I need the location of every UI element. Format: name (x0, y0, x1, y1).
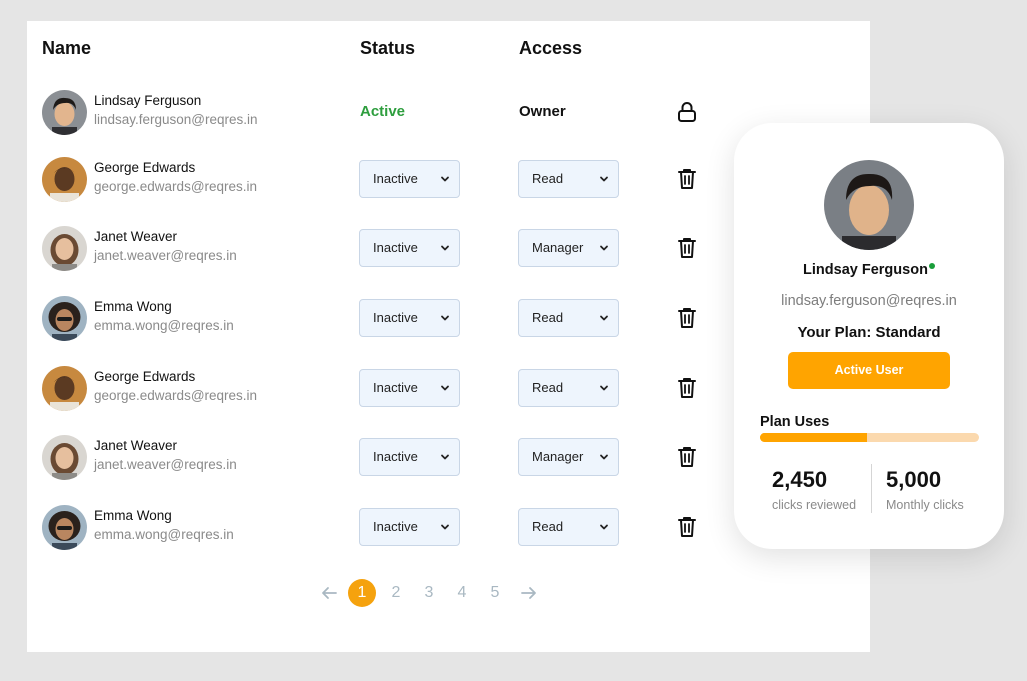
chevron-down-icon (440, 313, 450, 323)
plan-uses-bar-fill (760, 433, 868, 442)
status-select[interactable]: Inactive (359, 369, 460, 407)
trash-icon[interactable] (676, 445, 698, 469)
status-select[interactable]: Inactive (359, 438, 460, 476)
chevron-down-icon (599, 174, 609, 184)
access-select-value: Read (532, 171, 564, 186)
status-select[interactable]: Inactive (359, 508, 460, 546)
profile-name: Lindsay Ferguson (803, 262, 928, 278)
access-owner-label: Owner (519, 103, 566, 120)
chevron-down-icon (440, 174, 450, 184)
chevron-down-icon (440, 522, 450, 532)
access-select[interactable]: Manager (518, 229, 619, 267)
user-name: Emma Wong (94, 299, 172, 314)
access-column-header: Access (519, 38, 583, 58)
table-row-owner: Lindsay Ferguson lindsay.ferguson@reqres… (27, 88, 870, 138)
avatar (42, 157, 87, 202)
status-select-value: Inactive (373, 171, 418, 186)
status-select[interactable]: Inactive (359, 229, 460, 267)
access-select-value: Manager (532, 240, 584, 255)
trash-icon[interactable] (676, 306, 698, 330)
access-select[interactable]: Read (518, 299, 619, 337)
user-name: Lindsay Ferguson (94, 93, 202, 108)
active-user-button[interactable]: Active User (788, 352, 950, 389)
chevron-down-icon (440, 452, 450, 462)
clicks-reviewed-label: clicks reviewed (772, 498, 857, 512)
user-name: George Edwards (94, 160, 196, 175)
user-name: George Edwards (94, 369, 196, 384)
status-select[interactable]: Inactive (359, 160, 460, 198)
trash-icon[interactable] (676, 376, 698, 400)
user-name: Janet Weaver (94, 438, 178, 453)
access-select[interactable]: Read (518, 508, 619, 546)
arrow-right-icon[interactable] (520, 585, 538, 601)
lock-icon (676, 100, 698, 124)
trash-icon[interactable] (676, 515, 698, 539)
online-status-dot (928, 263, 935, 269)
page-1-button[interactable]: 1 (348, 579, 376, 607)
chevron-down-icon (440, 383, 450, 393)
access-select-value: Manager (532, 449, 584, 464)
status-select-value: Inactive (373, 380, 418, 395)
profile-plan: Your Plan: Standard (797, 324, 941, 341)
access-select[interactable]: Read (518, 369, 619, 407)
user-email: janet.weaver@reqres.in (94, 457, 237, 472)
trash-icon[interactable] (676, 236, 698, 260)
avatar (42, 90, 87, 135)
profile-name-line: Lindsay Ferguson (734, 262, 1004, 278)
user-name: Janet Weaver (94, 229, 178, 244)
user-email: lindsay.ferguson@reqres.in (94, 112, 258, 127)
chevron-down-icon (599, 243, 609, 253)
status-active-label: Active (360, 103, 406, 120)
page-4-button[interactable]: 4 (448, 579, 476, 607)
user-email: emma.wong@reqres.in (94, 527, 234, 542)
avatar (42, 505, 87, 550)
chevron-down-icon (599, 522, 609, 532)
plan-uses-label: Plan Uses (760, 414, 830, 430)
access-select[interactable]: Manager (518, 438, 619, 476)
access-select[interactable]: Read (518, 160, 619, 198)
status-select[interactable]: Inactive (359, 299, 460, 337)
status-select-value: Inactive (373, 240, 418, 255)
chevron-down-icon (599, 452, 609, 462)
chevron-down-icon (599, 313, 609, 323)
access-select-value: Read (532, 310, 564, 325)
status-column-header: Status (360, 38, 416, 58)
page-5-button[interactable]: 5 (481, 579, 509, 607)
avatar (42, 366, 87, 411)
avatar (42, 226, 87, 271)
user-name: Emma Wong (94, 508, 172, 523)
arrow-left-icon[interactable] (320, 585, 338, 601)
stats-divider (871, 464, 872, 513)
status-select-value: Inactive (373, 519, 418, 534)
page-3-button[interactable]: 3 (415, 579, 443, 607)
profile-avatar (824, 160, 914, 250)
user-email: george.edwards@reqres.in (94, 179, 258, 194)
clicks-reviewed-value: 2,450 (772, 467, 828, 492)
avatar (42, 435, 87, 480)
access-select-value: Read (532, 519, 564, 534)
chevron-down-icon (440, 243, 450, 253)
status-select-value: Inactive (373, 449, 418, 464)
avatar (42, 296, 87, 341)
chevron-down-icon (599, 383, 609, 393)
name-column-header: Name (42, 38, 92, 58)
user-email: emma.wong@reqres.in (94, 318, 234, 333)
status-select-value: Inactive (373, 310, 418, 325)
monthly-clicks-label: Monthly clicks (886, 498, 964, 512)
pagination: 1 2 3 4 5 (317, 579, 547, 609)
page-2-button[interactable]: 2 (382, 579, 410, 607)
access-select-value: Read (532, 380, 564, 395)
trash-icon[interactable] (676, 167, 698, 191)
user-email: janet.weaver@reqres.in (94, 248, 237, 263)
plan-uses-bar (760, 433, 979, 442)
monthly-clicks-value: 5,000 (886, 467, 942, 492)
user-email: george.edwards@reqres.in (94, 388, 258, 403)
profile-email: lindsay.ferguson@reqres.in (781, 293, 957, 309)
profile-card: Lindsay Ferguson lindsay.ferguson@reqres… (734, 123, 1004, 549)
